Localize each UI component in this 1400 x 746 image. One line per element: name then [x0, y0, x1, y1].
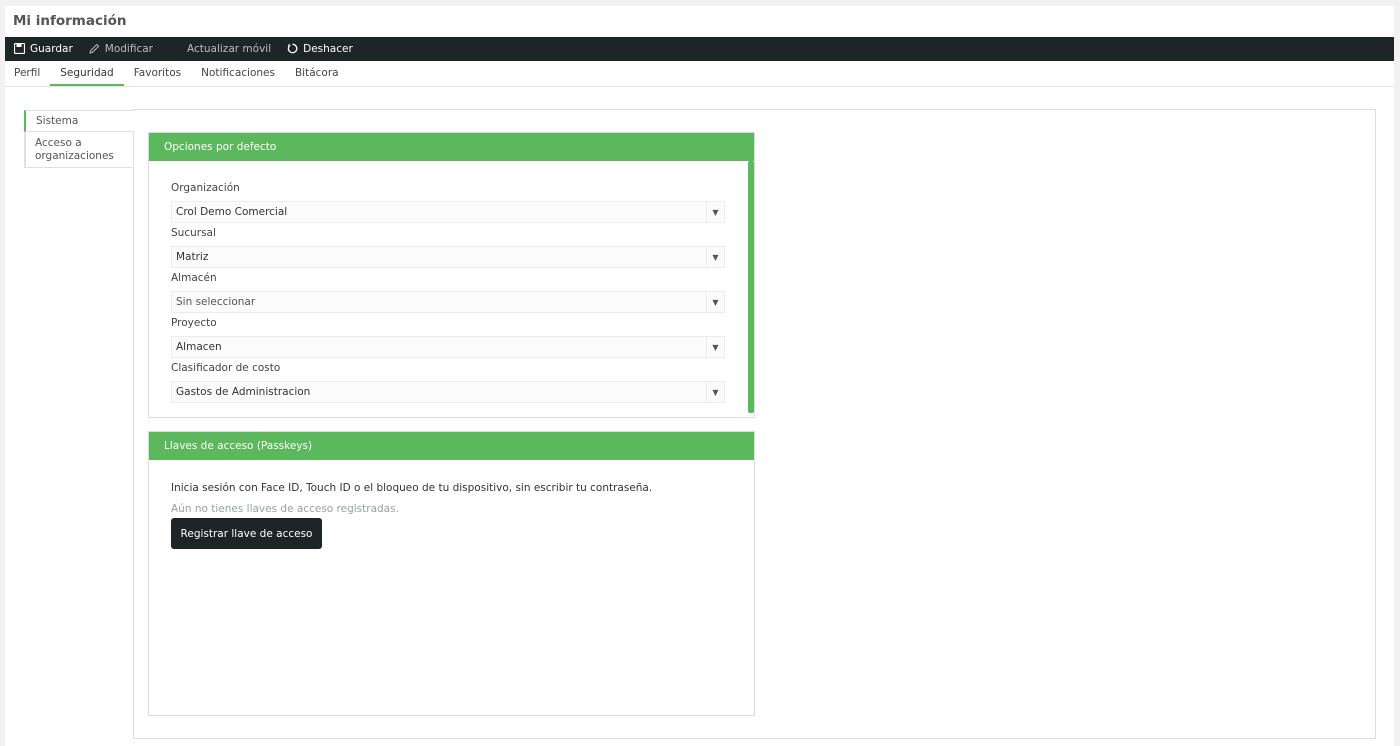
almacen-value: Sin seleccionar [176, 296, 256, 308]
tab-seguridad[interactable]: Seguridad [50, 61, 124, 86]
tab-bar: Perfil Seguridad Favoritos Notificacione… [5, 61, 1394, 87]
tab-favoritos[interactable]: Favoritos [124, 61, 191, 86]
organizacion-field: Organización Crol Demo Comercial ▼ [171, 182, 725, 223]
save-label: Guardar [30, 43, 73, 55]
edit-label: Modificar [104, 43, 153, 55]
clasificador-costo-field: Clasificador de costo Gastos de Administ… [171, 362, 725, 403]
chevron-down-icon: ▼ [706, 202, 724, 222]
panel-scrollbar[interactable] [748, 161, 754, 413]
update-mobile-button[interactable]: Actualizar móvil [179, 37, 279, 61]
side-nav: Sistema Acceso a organizaciones [24, 110, 134, 168]
chevron-down-icon: ▼ [706, 292, 724, 312]
save-icon [14, 43, 26, 55]
save-button[interactable]: Guardar [5, 37, 81, 61]
register-passkey-button[interactable]: Registrar llave de acceso [171, 518, 322, 549]
side-item-acceso-organizaciones[interactable]: Acceso a organizaciones [24, 132, 134, 168]
undo-icon [287, 43, 299, 55]
clasificador-costo-value: Gastos de Administracion [176, 386, 311, 398]
proyecto-value: Almacen [176, 341, 222, 353]
proyecto-select[interactable]: Almacen ▼ [171, 336, 725, 358]
chevron-down-icon: ▼ [706, 382, 724, 402]
almacen-field: Almacén Sin seleccionar ▼ [171, 272, 725, 313]
side-item-sistema[interactable]: Sistema [24, 110, 134, 132]
organizacion-label: Organización [171, 182, 240, 194]
undo-label: Deshacer [303, 43, 353, 55]
tab-bitacora[interactable]: Bitácora [285, 61, 349, 86]
tab-perfil[interactable]: Perfil [5, 61, 50, 86]
edit-button[interactable]: Modificar [81, 37, 161, 61]
organizacion-select[interactable]: Crol Demo Comercial ▼ [171, 201, 725, 223]
clasificador-costo-select[interactable]: Gastos de Administracion ▼ [171, 381, 725, 403]
almacen-select[interactable]: Sin seleccionar ▼ [171, 291, 725, 313]
toolbar: Guardar Modificar Actualizar móvil Desha… [5, 37, 1394, 61]
title-bar: Mi información [5, 6, 1394, 37]
chevron-down-icon: ▼ [706, 337, 724, 357]
clasificador-costo-label: Clasificador de costo [171, 362, 281, 374]
page-title: Mi información [13, 13, 127, 29]
proyecto-label: Proyecto [171, 317, 217, 329]
tab-notificaciones[interactable]: Notificaciones [191, 61, 285, 86]
update-mobile-label: Actualizar móvil [187, 43, 272, 55]
passkeys-panel-title: Llaves de acceso (Passkeys) [149, 432, 754, 460]
passkeys-description: Inicia sesión con Face ID, Touch ID o el… [171, 482, 653, 494]
sucursal-label: Sucursal [171, 227, 216, 239]
pencil-icon [89, 43, 101, 55]
sucursal-field: Sucursal Matriz ▼ [171, 227, 725, 268]
sucursal-value: Matriz [176, 251, 209, 263]
app-window: Mi información Guardar Modificar Actuali… [5, 6, 1394, 746]
passkeys-empty-text: Aún no tienes llaves de acceso registrad… [171, 503, 399, 515]
chevron-down-icon: ▼ [706, 247, 724, 267]
passkeys-panel: Llaves de acceso (Passkeys) Inicia sesió… [148, 431, 755, 716]
undo-button[interactable]: Deshacer [279, 37, 361, 61]
proyecto-field: Proyecto Almacen ▼ [171, 317, 725, 358]
defaults-panel-title: Opciones por defecto [149, 133, 754, 161]
almacen-label: Almacén [171, 272, 217, 284]
organizacion-value: Crol Demo Comercial [176, 206, 288, 218]
sucursal-select[interactable]: Matriz ▼ [171, 246, 725, 268]
defaults-panel: Opciones por defecto Organización Crol D… [148, 132, 755, 418]
